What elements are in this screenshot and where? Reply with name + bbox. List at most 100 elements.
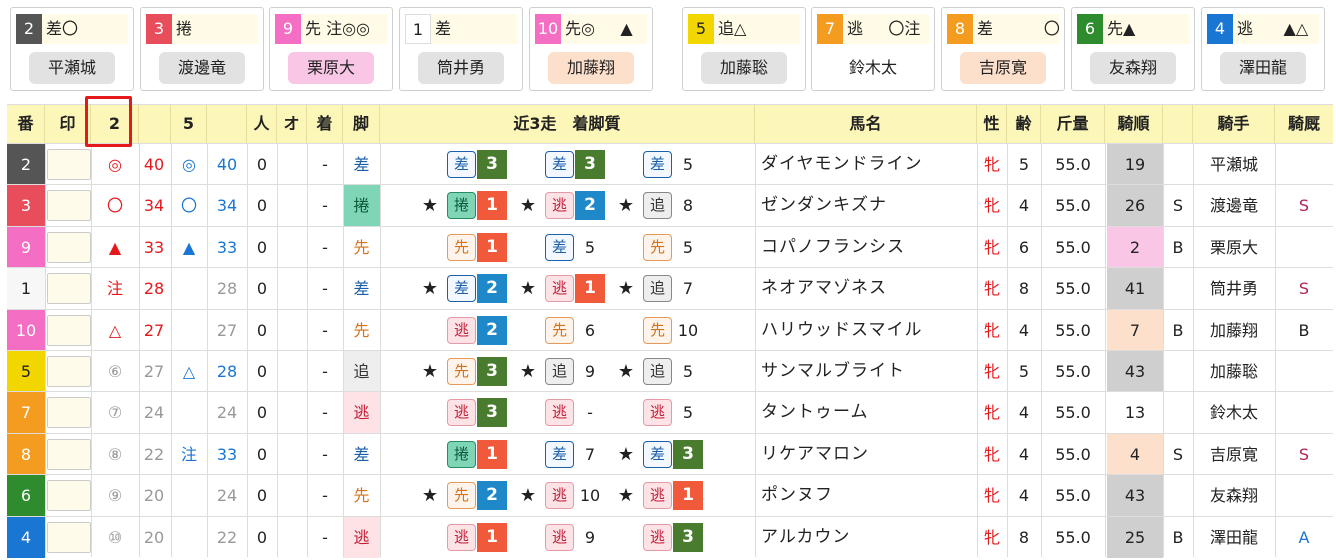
table-row[interactable]: 4 ⑩ 20 22 0- 逃逃 1 逃 9 逃 3 アルカウン牝 8 55.0 25 B 澤田龍 A [7,515,1333,558]
header-col-5[interactable]: 5 [171,105,207,143]
jockey-name[interactable]: 筒井勇 [1193,268,1275,309]
card-jockey[interactable]: 加藤聡 [701,52,787,84]
horse-card[interactable]: 6 先▲ 友森翔 [1071,7,1195,91]
table-row[interactable]: 2 ◎ 40 ◎ 40 0- 差差 3 差 3 差 5 ダイヤモンドライン牝 5 55.0 19 平瀬城 [7,143,1333,185]
weight: 55.0 [1055,444,1091,464]
horse-number: 9 [7,226,45,268]
value-5: 28 [216,279,238,299]
card-jockey[interactable]: 栗原大 [288,52,374,84]
stable-badge: S [1298,444,1310,464]
horse-name[interactable]: ネオアマゾネス [755,268,977,309]
recent-finish-box: 1 [575,274,605,304]
horse-card[interactable]: 9先 注◎◎ 栗原大 [269,7,393,91]
header-o[interactable]: オ [277,105,307,143]
jockey-name[interactable]: 渡邊竜 [1193,185,1275,226]
horse-name[interactable]: アルカウン [755,517,977,558]
horse-name[interactable]: コパノフランシス [755,227,977,268]
header-shirushi: 印 [45,105,91,143]
column-divider [45,143,46,557]
sex: 牝 [983,196,1000,216]
header-horse[interactable]: 馬名 [755,105,977,143]
mark-5 [171,517,207,558]
header-jockey[interactable]: 騎手 [1193,105,1275,143]
table-row[interactable]: 6 ⑨ 20 24 0- 先 ★ 先 2 ★ 逃 10 ★ 逃 1 ポンヌフ牝 4 55.0 43 友森翔 [7,474,1333,517]
recent-finish: - [587,403,593,423]
header-col-2[interactable]: 2 [91,105,139,143]
jockey-name[interactable]: 加藤翔 [1193,310,1275,351]
card-jockey[interactable]: 筒井勇 [418,52,504,84]
mark-input[interactable] [47,521,91,553]
entry-table: 番 印 2 5 人 オ 着 脚 近3走 着脚質 馬名 性 齢 斤量 騎順 騎手 … [7,104,1333,558]
running-style: 逃 [343,516,380,558]
recent-style-chip: 追 [643,192,672,220]
header-chaku[interactable]: 着 [307,105,343,143]
horse-name[interactable]: ハリウッドスマイル [755,310,977,351]
jockey-name[interactable]: 加藤聡 [1193,351,1275,392]
header-ashi[interactable]: 脚 [343,105,380,143]
table-row[interactable]: 8 ⑧ 22 注 33 0- 差捲 1 差 7 ★ 差 3 リケアマロン牝 4 55.0 4 S 吉原寛 S [7,432,1333,475]
recent-finish-box: 1 [477,191,507,221]
jockey-name[interactable]: 平瀬城 [1193,144,1275,185]
table-row[interactable]: 5 ⑥ 27 △ 28 0- 追 ★ 先 3 ★ 追 9 ★ 追 5 サンマルブライト牝 5 55.0 43 加藤聡 [7,350,1333,392]
horse-name[interactable]: リケアマロン [755,434,977,475]
horse-card[interactable]: 2 差〇 平瀬城 [10,7,134,91]
horse-number: 1 [7,268,45,310]
mark-input[interactable] [47,438,91,470]
horse-card[interactable]: 1 差筒井勇 [399,7,523,91]
header-kibo[interactable]: 騎厩 [1275,105,1333,143]
table-row[interactable]: 3 〇 34 〇 34 0- 捲 ★ 捲 1 ★ 逃 2 ★ 追 8 ゼンダンキズナ牝 4 55.0 26 S 渡邊竜 S [7,184,1333,227]
horse-name[interactable]: ダイヤモンドライン [755,144,977,185]
mark-input[interactable] [47,190,91,222]
jockey-name[interactable]: 吉原寛 [1193,434,1275,475]
header-nin[interactable]: 人 [247,105,277,143]
mark-input[interactable] [47,480,91,512]
header-weight[interactable]: 斤量 [1041,105,1105,143]
stable-badge: S [1298,196,1310,216]
mark-5 [171,475,207,516]
table-row[interactable]: 9 ▲ 33 ▲ 33 0- 先先 1 差 5 先 5 コパノフランシス牝 6 55.0 2 B 栗原大 [7,225,1333,268]
card-mark: 逃 〇注 [847,19,921,38]
horse-card[interactable]: 3 捲渡邊竜 [140,7,264,91]
card-jockey[interactable]: 友森翔 [1090,52,1176,84]
jockey-name[interactable]: 鈴木太 [1193,392,1275,433]
card-jockey[interactable]: 加藤翔 [548,52,634,84]
horse-card[interactable]: 7逃 〇注 鈴木太 [811,7,935,91]
recent-finish-box: 1 [477,522,507,552]
header-sex[interactable]: 性 [977,105,1007,143]
recent-finish-box: 3 [673,439,703,469]
jockey-rank: 19 [1107,144,1163,185]
horse-card[interactable]: 8差 〇吉原寛 [941,7,1065,91]
recent-style-chip: 差 [545,440,574,468]
mark-input[interactable] [47,231,91,263]
card-jockey[interactable]: 渡邊竜 [159,52,245,84]
mark-input[interactable] [47,273,91,305]
mark-input[interactable] [47,356,91,387]
horse-number: 3 [7,185,45,227]
header-age[interactable]: 齢 [1007,105,1041,143]
stable-badge: A [1298,527,1310,547]
horse-card[interactable]: 4逃 ▲△ 澤田龍 [1201,7,1325,91]
column-divider [1163,143,1164,557]
horse-card[interactable]: 10 先◎ ▲ 加藤翔 [529,7,653,91]
horse-name[interactable]: ゼンダンキズナ [755,185,977,226]
horse-name[interactable]: サンマルブライト [755,351,977,392]
table-row[interactable]: 7 ⑦ 24 24 0- 逃逃 3 逃 - 逃 5 タントゥーム牝 4 55.0 13 鈴木太 [7,391,1333,434]
jockey-name[interactable]: 澤田龍 [1193,517,1275,558]
mark-input[interactable] [47,314,91,346]
mark-2: ⑦ [107,403,123,423]
header-kijun[interactable]: 騎順 [1105,105,1163,143]
card-jockey[interactable]: 鈴木太 [830,52,916,84]
table-row[interactable]: 10 △ 27 27 0- 先逃 2 先 6 先 10 ハリウッドスマイル牝 4 55.0 7 B 加藤翔 B [7,308,1333,351]
card-jockey[interactable]: 澤田龍 [1220,52,1306,84]
horse-name[interactable]: タントゥーム [755,392,977,433]
horse-card[interactable]: 5 追△ 加藤聡 [682,7,806,91]
mark-input[interactable] [47,149,91,180]
jockey-name[interactable]: 友森翔 [1193,475,1275,516]
mark-input[interactable] [47,397,91,429]
card-jockey[interactable]: 吉原寛 [960,52,1046,84]
jockey-name[interactable]: 栗原大 [1193,227,1275,268]
horse-name[interactable]: ポンヌフ [755,475,977,516]
card-jockey[interactable]: 平瀬城 [29,52,115,84]
table-row[interactable]: 1 注 28 28 0- 差 ★ 差 2 ★ 逃 1 ★ 追 7 ネオアマゾネス牝 8 55.0 41 筒井勇 S [7,267,1333,310]
popularity: 0 [256,403,268,423]
